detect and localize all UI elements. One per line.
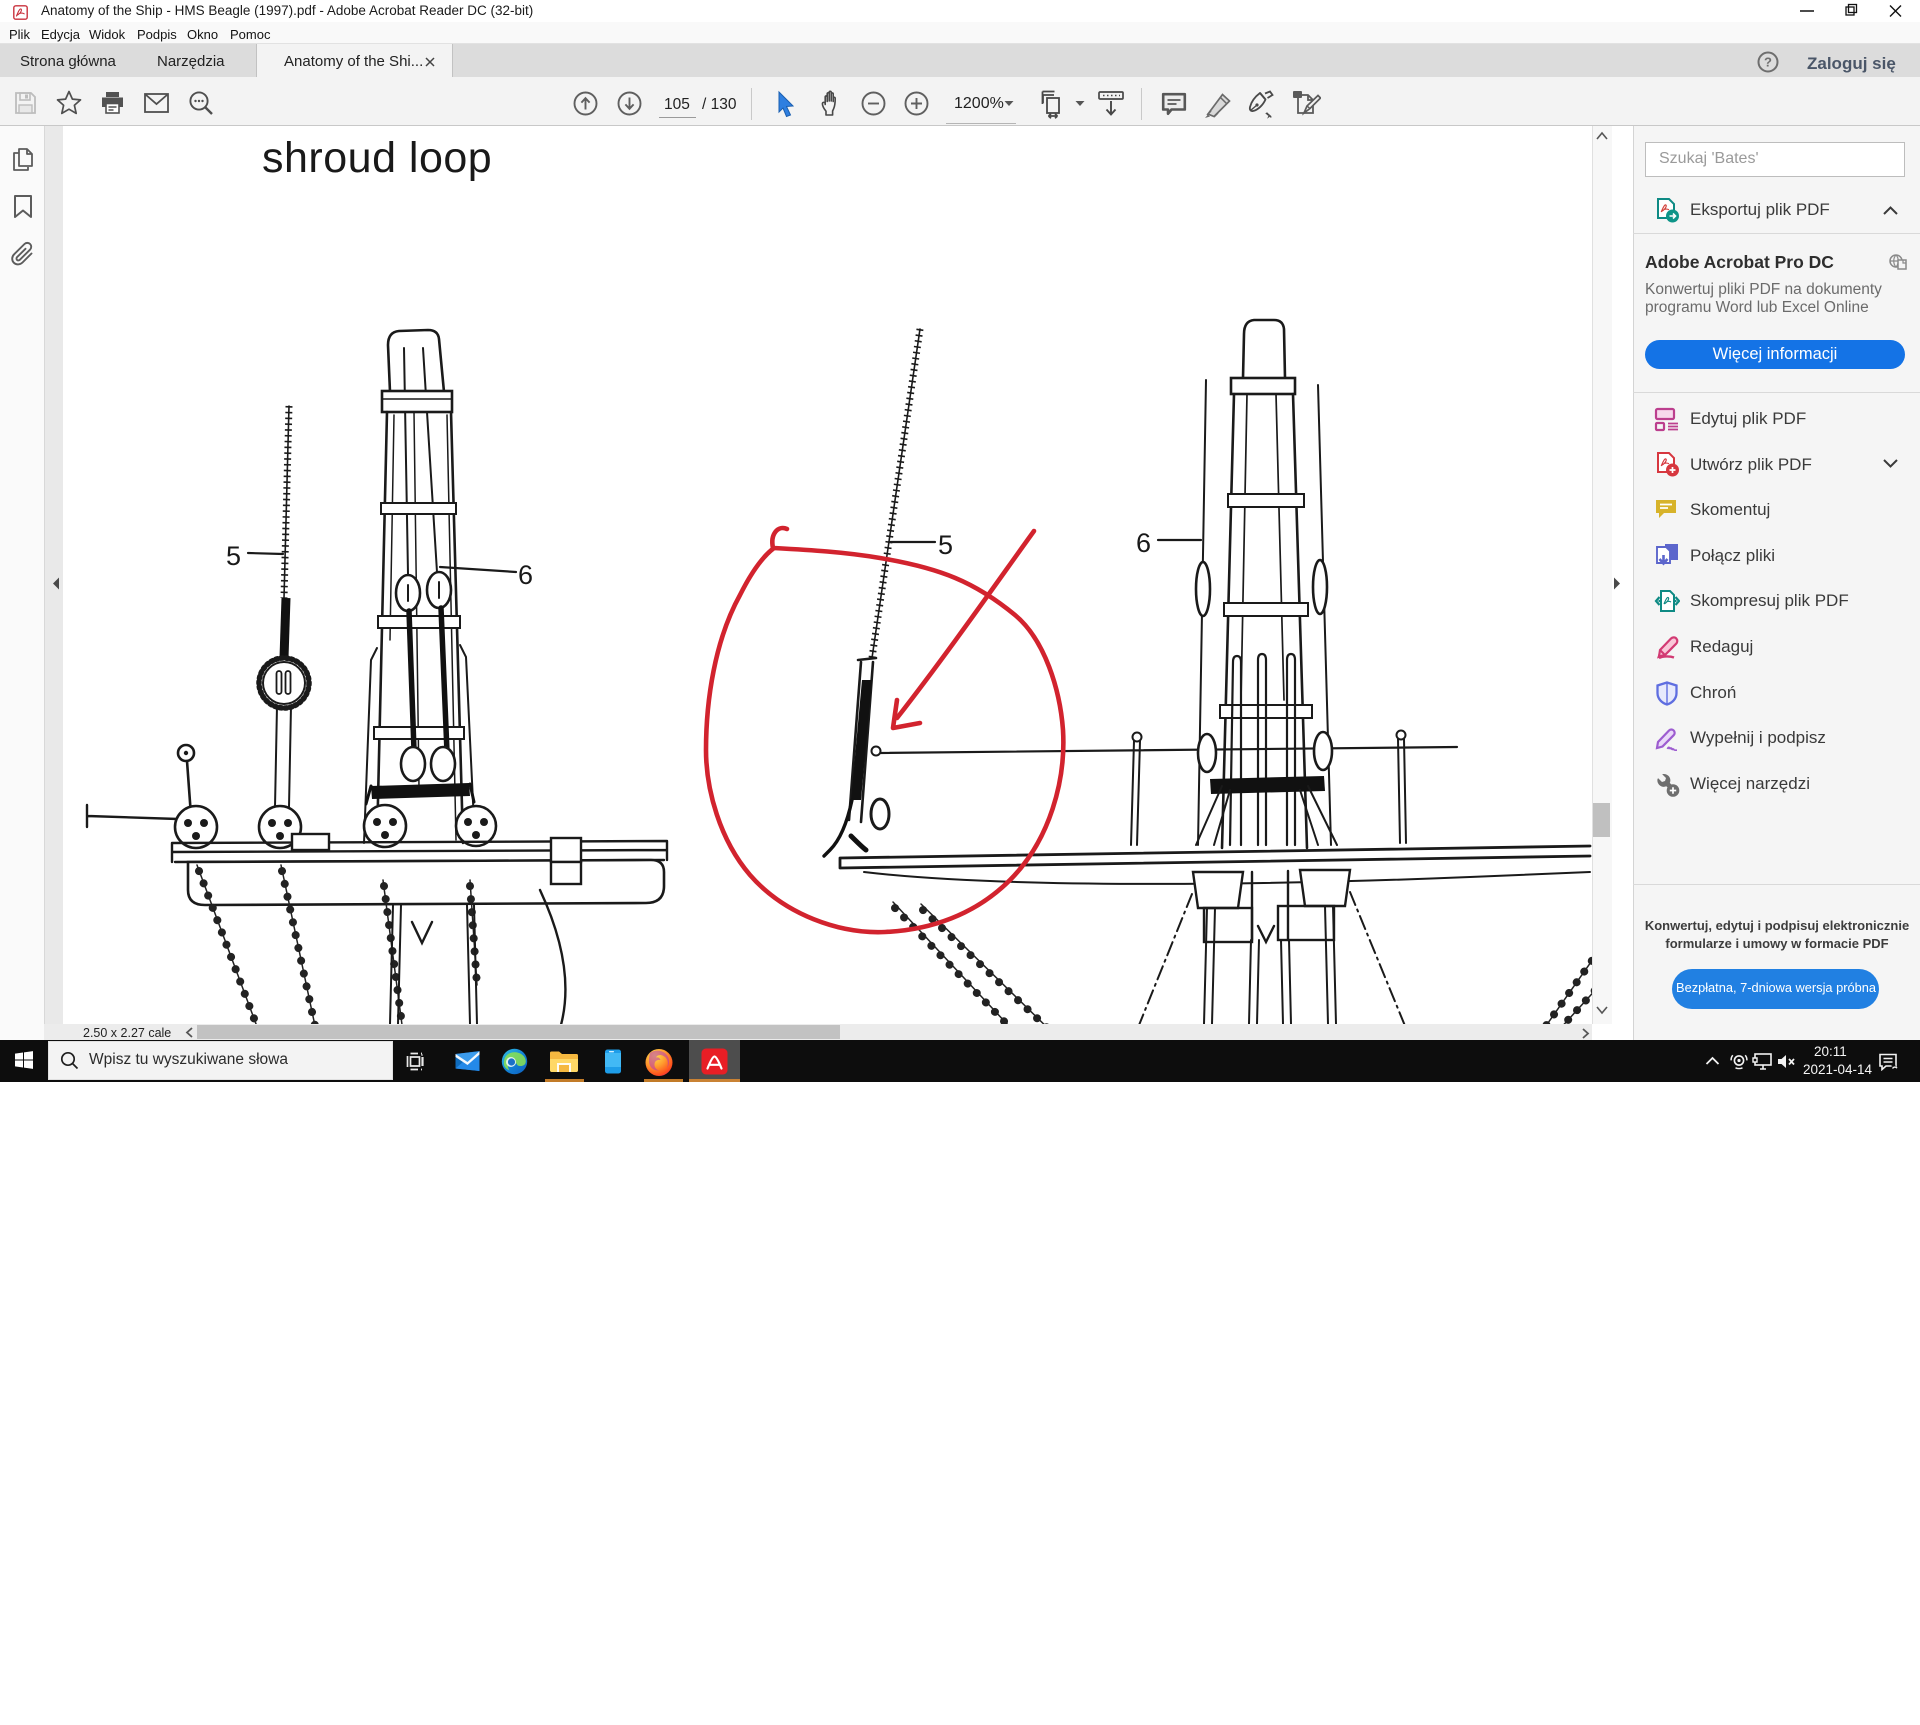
svg-text:5: 5 xyxy=(938,530,953,560)
svg-text:6: 6 xyxy=(1136,528,1151,558)
svg-text:?: ? xyxy=(1764,55,1772,70)
